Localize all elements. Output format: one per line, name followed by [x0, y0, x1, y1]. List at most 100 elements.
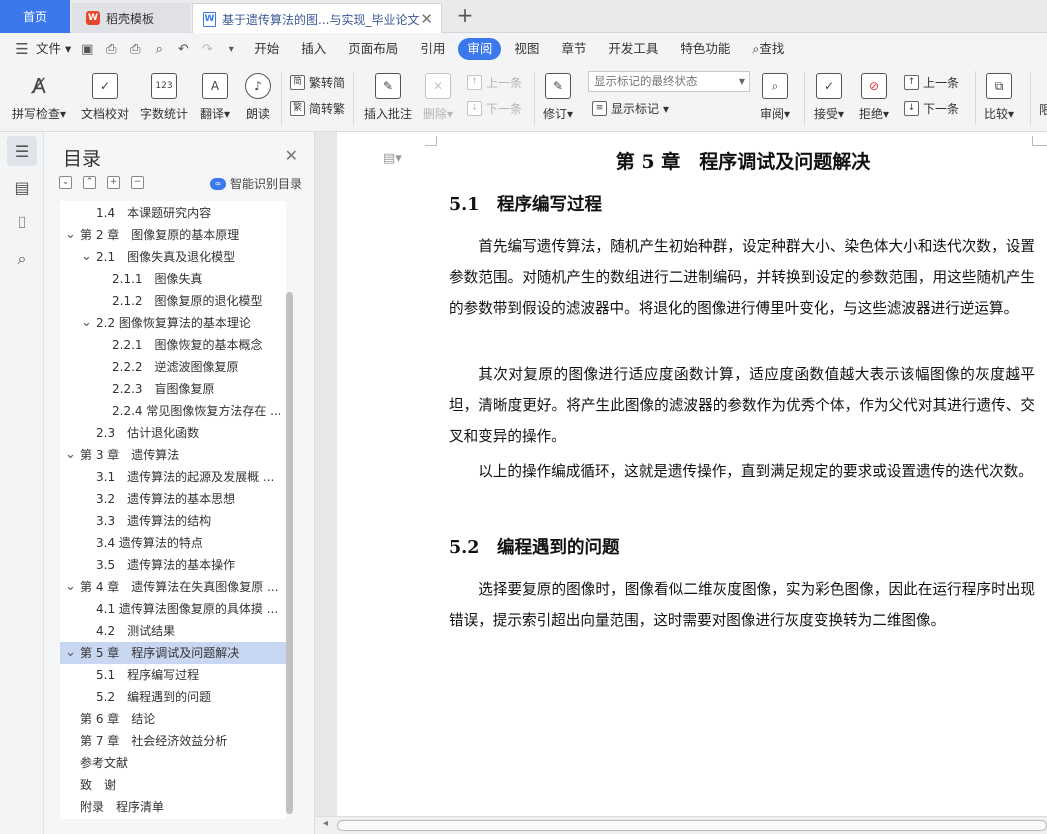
- toc-item[interactable]: ⌄ 第 3 章 遗传算法: [60, 444, 286, 466]
- chevron-down-icon[interactable]: ⌄: [81, 246, 92, 268]
- spell-check-button[interactable]: A̸ 拼写检查▾: [12, 73, 66, 122]
- menu-features[interactable]: 特色功能: [669, 38, 741, 60]
- toc-item[interactable]: 致 谢: [60, 774, 286, 796]
- toc-item[interactable]: 参考文献: [60, 752, 286, 774]
- compare-button[interactable]: ⧉ 比较▾: [984, 73, 1014, 122]
- toc-list-icon[interactable]: ☰: [7, 136, 37, 166]
- read-aloud-button[interactable]: ♪ 朗读: [245, 73, 271, 122]
- new-tab-button[interactable]: +: [454, 4, 476, 28]
- toc-item[interactable]: ⌄ 2.1 图像失真及退化模型: [60, 246, 286, 268]
- collapse-all-icon[interactable]: ⌄: [59, 176, 72, 189]
- toc-item[interactable]: 2.3 估计退化函数: [60, 422, 286, 444]
- toc-item[interactable]: 附录 程序清单: [60, 796, 286, 818]
- reject-button[interactable]: ⊘ 拒绝▾: [859, 73, 889, 122]
- page-menu-icon[interactable]: ▤▾: [383, 151, 402, 166]
- to-simplified-button[interactable]: 简繁转简: [290, 74, 345, 91]
- toc-item-label: 3.5 遗传算法的基本操作: [96, 558, 236, 572]
- toc-item[interactable]: 2.2.2 逆滤波图像复原: [60, 356, 286, 378]
- toc-item[interactable]: 1.4 本课题研究内容: [60, 202, 286, 224]
- smart-toc-button[interactable]: ∞ 智能识别目录: [210, 175, 302, 192]
- review-pane-button[interactable]: ⌕ 审阅▾: [760, 73, 790, 122]
- toc-item[interactable]: 3.5 遗传算法的基本操作: [60, 554, 286, 576]
- find-icon[interactable]: ⌕: [7, 244, 37, 274]
- customize-chevron-icon[interactable]: ▾: [219, 38, 243, 60]
- chevron-down-icon[interactable]: ⌄: [81, 312, 92, 334]
- close-tab-icon[interactable]: ✕: [420, 10, 433, 28]
- menu-page-layout[interactable]: 页面布局: [337, 38, 409, 60]
- menu-file[interactable]: 文件 ▾: [34, 38, 75, 60]
- redo-icon[interactable]: ↷: [195, 38, 219, 60]
- toc-item[interactable]: 2.2.3 盲图像复原: [60, 378, 286, 400]
- tab-home[interactable]: 首页: [0, 0, 70, 33]
- word-count-button[interactable]: 123 字数统计: [140, 73, 188, 122]
- show-markup-button[interactable]: ≡ 显示标记 ▾: [592, 100, 669, 117]
- toc-item[interactable]: 3.4 遗传算法的特点: [60, 532, 286, 554]
- toc-item-label: 第 7 章 社会经济效益分析: [80, 734, 228, 748]
- print-icon[interactable]: ⎙: [123, 38, 147, 60]
- chevron-down-icon[interactable]: ⌄: [65, 576, 76, 598]
- menu-review[interactable]: 审阅: [458, 38, 502, 60]
- chevron-down-icon[interactable]: ⌄: [65, 642, 76, 664]
- restrict-editing-button[interactable]: 限: [1039, 101, 1047, 118]
- to-traditional-button[interactable]: 繁简转繁: [290, 100, 345, 117]
- toc-item[interactable]: ⌄ 2.2 图像恢复算法的基本理论: [60, 312, 286, 334]
- toc-item[interactable]: 3.2 遗传算法的基本思想: [60, 488, 286, 510]
- menu-search[interactable]: ⌕查找: [741, 38, 795, 60]
- toc-item[interactable]: 第 7 章 社会经济效益分析: [60, 730, 286, 752]
- toc-item[interactable]: 2.1.1 图像失真: [60, 268, 286, 290]
- toc-item[interactable]: ⌄ 第 4 章 遗传算法在失真图像复原 ...: [60, 576, 286, 598]
- previous-change-button[interactable]: ↑ 上一条: [904, 74, 959, 91]
- next-comment-button[interactable]: ↓ 下一条: [467, 100, 522, 117]
- toc-item[interactable]: ⌄ 第 2 章 图像复原的基本原理: [60, 224, 286, 246]
- next-change-button[interactable]: ↓ 下一条: [904, 100, 959, 117]
- chevron-down-icon[interactable]: ⌄: [65, 444, 76, 466]
- previous-comment-icon: ↑: [467, 75, 482, 90]
- chevron-down-icon[interactable]: ⌄: [65, 224, 76, 246]
- toc-item[interactable]: 5.2 编程遇到的问题: [60, 686, 286, 708]
- undo-icon[interactable]: ↶: [171, 38, 195, 60]
- accept-icon: ✓: [816, 73, 843, 99]
- menu-chapter[interactable]: 章节: [550, 38, 597, 60]
- bookmark-icon[interactable]: ⌷: [7, 208, 37, 238]
- toc-item[interactable]: 5.1 程序编写过程: [60, 664, 286, 686]
- accept-button[interactable]: ✓ 接受▾: [814, 73, 844, 122]
- doc-proof-button[interactable]: ✓ 文档校对: [81, 73, 129, 122]
- menu-insert[interactable]: 插入: [290, 38, 337, 60]
- toc-item[interactable]: 3.3 遗传算法的结构: [60, 510, 286, 532]
- chapter-icon[interactable]: ▤: [7, 172, 37, 202]
- delete-comment-button[interactable]: ✕ 删除▾: [423, 73, 453, 122]
- add-level-icon[interactable]: +: [107, 176, 120, 189]
- toc-item[interactable]: 2.1.2 图像复原的退化模型: [60, 290, 286, 312]
- markup-state-select[interactable]: 显示标记的最终状态 ▼: [588, 71, 750, 92]
- horizontal-scrollbar[interactable]: ◂: [315, 816, 1047, 834]
- toc-item[interactable]: ⌄ 第 5 章 程序调试及问题解决: [60, 642, 286, 664]
- review-pane-icon: ⌕: [762, 73, 789, 99]
- toc-item[interactable]: 2.2.4 常见图像恢复方法存在 ...: [60, 400, 286, 422]
- toc-item[interactable]: 3.1 遗传算法的起源及发展概 ...: [60, 466, 286, 488]
- remove-level-icon[interactable]: −: [131, 176, 144, 189]
- toc-scrollbar[interactable]: [286, 292, 293, 814]
- toc-title: 目录: [63, 148, 102, 170]
- menu-view[interactable]: 视图: [503, 38, 550, 60]
- tab-document[interactable]: W 基于遗传算法的图...与实现_毕业论文 ✕: [192, 3, 442, 34]
- menu-references[interactable]: 引用: [409, 38, 456, 60]
- save-icon[interactable]: ▣: [75, 38, 99, 60]
- track-changes-button[interactable]: ✎ 修订▾: [543, 73, 573, 122]
- tab-template[interactable]: W 稻壳模板: [72, 3, 190, 33]
- expand-up-icon[interactable]: ⌃: [83, 176, 96, 189]
- toc-item[interactable]: 第 6 章 结论: [60, 708, 286, 730]
- close-icon[interactable]: ✕: [285, 146, 298, 165]
- insert-comment-button[interactable]: ✎ 插入批注: [364, 73, 412, 122]
- previous-comment-button[interactable]: ↑ 上一条: [467, 74, 522, 91]
- print-preview-icon[interactable]: ⌕: [147, 38, 171, 60]
- menu-developer[interactable]: 开发工具: [597, 38, 669, 60]
- translate-button[interactable]: A 翻译▾: [200, 73, 230, 122]
- menu-start[interactable]: 开始: [243, 38, 290, 60]
- scroll-left-icon[interactable]: ◂: [323, 818, 328, 829]
- output-icon[interactable]: ⎙: [99, 38, 123, 60]
- hamburger-icon[interactable]: ☰: [10, 38, 34, 60]
- toc-item[interactable]: 4.1 遗传算法图像复原的具体摸 ...: [60, 598, 286, 620]
- scrollbar-thumb[interactable]: [337, 820, 1047, 831]
- toc-item[interactable]: 4.2 测试结果: [60, 620, 286, 642]
- toc-item[interactable]: 2.2.1 图像恢复的基本概念: [60, 334, 286, 356]
